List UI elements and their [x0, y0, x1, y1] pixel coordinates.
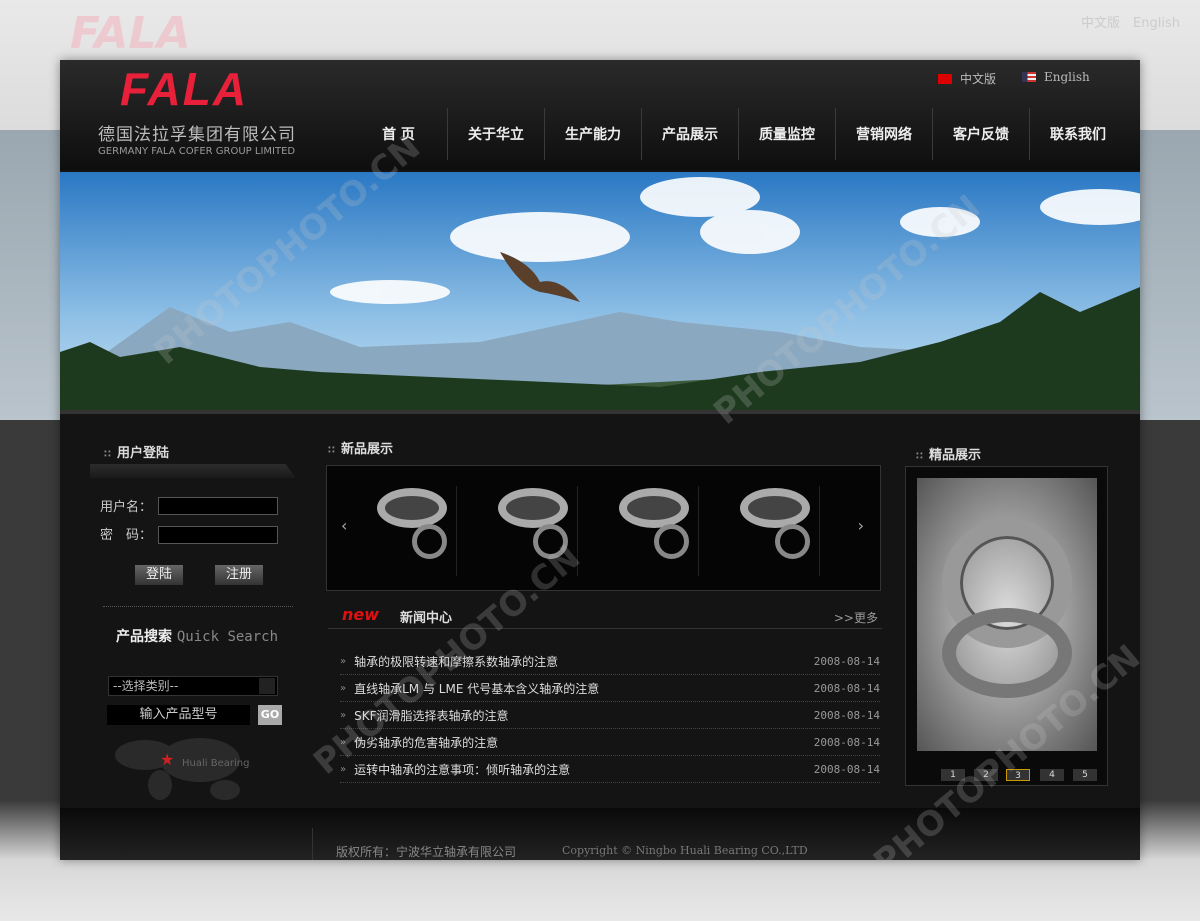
banner-image [60, 172, 1140, 414]
copyright-cn: 版权所有：宁波华立轴承有限公司 [336, 845, 517, 859]
bearing-icon [654, 524, 689, 559]
nav-capacity[interactable]: 生产能力 [544, 108, 641, 160]
page-5[interactable]: 5 [1073, 769, 1097, 781]
company-name-en: GERMANY FALA COFER GROUP LIMITED [98, 146, 296, 157]
bearing-icon [775, 524, 810, 559]
featured-title: ∷ 精品展示 [916, 448, 981, 463]
page-2[interactable]: 2 [974, 769, 998, 781]
news-item[interactable]: » 直线轴承LM 与 LME 代号基本含义轴承的注意 2008-08-14 [340, 675, 880, 702]
nav-about[interactable]: 关于华立 [447, 108, 544, 160]
password-label: 密 码： [100, 528, 153, 543]
product-thumbnail[interactable] [609, 486, 699, 576]
map-label: Huali Bearing [182, 758, 250, 769]
background-logo: FALA [70, 8, 191, 59]
carousel-prev-icon[interactable]: ‹ [341, 516, 347, 535]
chevron-icon: » [340, 655, 347, 667]
register-button[interactable]: 注册 [215, 565, 263, 585]
login-title-bar [90, 464, 296, 478]
lang-cn-link[interactable]: 中文版 [938, 70, 996, 87]
bearing-icon [942, 608, 1072, 698]
nav-contact[interactable]: 联系我们 [1029, 108, 1126, 160]
carousel-next-icon[interactable]: › [858, 516, 864, 535]
product-thumbnail[interactable] [367, 486, 457, 576]
news-item[interactable]: » 运转中轴承的注意事项：倾听轴承的注意 2008-08-14 [340, 756, 880, 783]
news-title: 新闻中心 [400, 611, 453, 626]
main-nav: 首 页 关于华立 生产能力 产品展示 质量监控 营销网络 客户反馈 联系我们 [350, 108, 1126, 160]
dots-icon: ∷ [916, 451, 923, 462]
dropdown-icon [259, 678, 275, 694]
model-input[interactable]: 输入产品型号 [107, 705, 250, 725]
nav-feedback[interactable]: 客户反馈 [932, 108, 1029, 160]
lang-cn-label: 中文版 [960, 72, 997, 86]
more-link[interactable]: >>更多 [834, 609, 878, 626]
news-item[interactable]: » 伪劣轴承的危害轴承的注意 2008-08-14 [340, 729, 880, 756]
username-label: 用户名： [100, 500, 153, 515]
featured-panel [905, 466, 1108, 786]
go-button[interactable]: GO [258, 705, 282, 725]
new-products-title: ∷ 新品展示 [328, 442, 393, 457]
username-input[interactable] [158, 497, 278, 515]
login-title: ∷ 用户登陆 [104, 446, 169, 461]
star-icon: ★ [160, 750, 174, 769]
search-title: 产品搜索 Quick Search [116, 629, 279, 645]
nav-products[interactable]: 产品展示 [641, 108, 738, 160]
dots-icon: ∷ [104, 449, 111, 460]
lang-en-label: English [1044, 70, 1090, 84]
divider [103, 606, 293, 607]
company-name-cn: 德国法拉孚集团有限公司 [98, 125, 296, 145]
category-select[interactable]: --选择类别-- [108, 676, 278, 696]
bearing-icon [619, 488, 689, 528]
chevron-icon: » [340, 736, 347, 748]
product-carousel: ‹ › [326, 465, 881, 591]
lang-en-link[interactable]: English [1022, 70, 1090, 84]
bearing-icon [377, 488, 447, 528]
chevron-icon: » [340, 682, 347, 694]
news-item[interactable]: » 轴承的极限转速和摩擦系数轴承的注意 2008-08-14 [340, 648, 880, 675]
nav-home[interactable]: 首 页 [350, 108, 447, 160]
new-badge: new [342, 605, 380, 624]
nav-network[interactable]: 营销网络 [835, 108, 932, 160]
page: FALA 德国法拉孚集团有限公司 GERMANY FALA COFER GROU… [60, 60, 1140, 860]
bearing-icon [412, 524, 447, 559]
china-flag-icon [938, 73, 952, 84]
us-flag-icon [1022, 72, 1036, 82]
page-1[interactable]: 1 [941, 769, 965, 781]
nav-quality[interactable]: 质量监控 [738, 108, 835, 160]
dots-icon: ∷ [328, 445, 335, 456]
news-item[interactable]: » SKF润滑脂选择表轴承的注意 2008-08-14 [340, 702, 880, 729]
footer: 版权所有：宁波华立轴承有限公司 Copyright © Ningbo Huali… [60, 808, 1140, 860]
chevron-icon: » [340, 763, 347, 775]
bearing-icon [498, 488, 568, 528]
product-thumbnail[interactable] [730, 486, 820, 576]
copyright-en: Copyright © Ningbo Huali Bearing CO.,LTD [562, 844, 808, 857]
background-lang: 中文版 English [1081, 16, 1180, 31]
product-thumbnail[interactable] [488, 486, 578, 576]
bearing-icon [740, 488, 810, 528]
featured-image[interactable] [917, 478, 1097, 751]
page-4[interactable]: 4 [1040, 769, 1064, 781]
page-3[interactable]: 3 [1006, 769, 1030, 781]
bearing-icon [533, 524, 568, 559]
password-input[interactable] [158, 526, 278, 544]
header: FALA 德国法拉孚集团有限公司 GERMANY FALA COFER GROU… [60, 60, 1140, 170]
news-header: new 新闻中心 >>更多 [328, 603, 882, 629]
chevron-icon: » [340, 709, 347, 721]
login-button[interactable]: 登陆 [135, 565, 183, 585]
logo[interactable]: FALA [120, 62, 248, 116]
